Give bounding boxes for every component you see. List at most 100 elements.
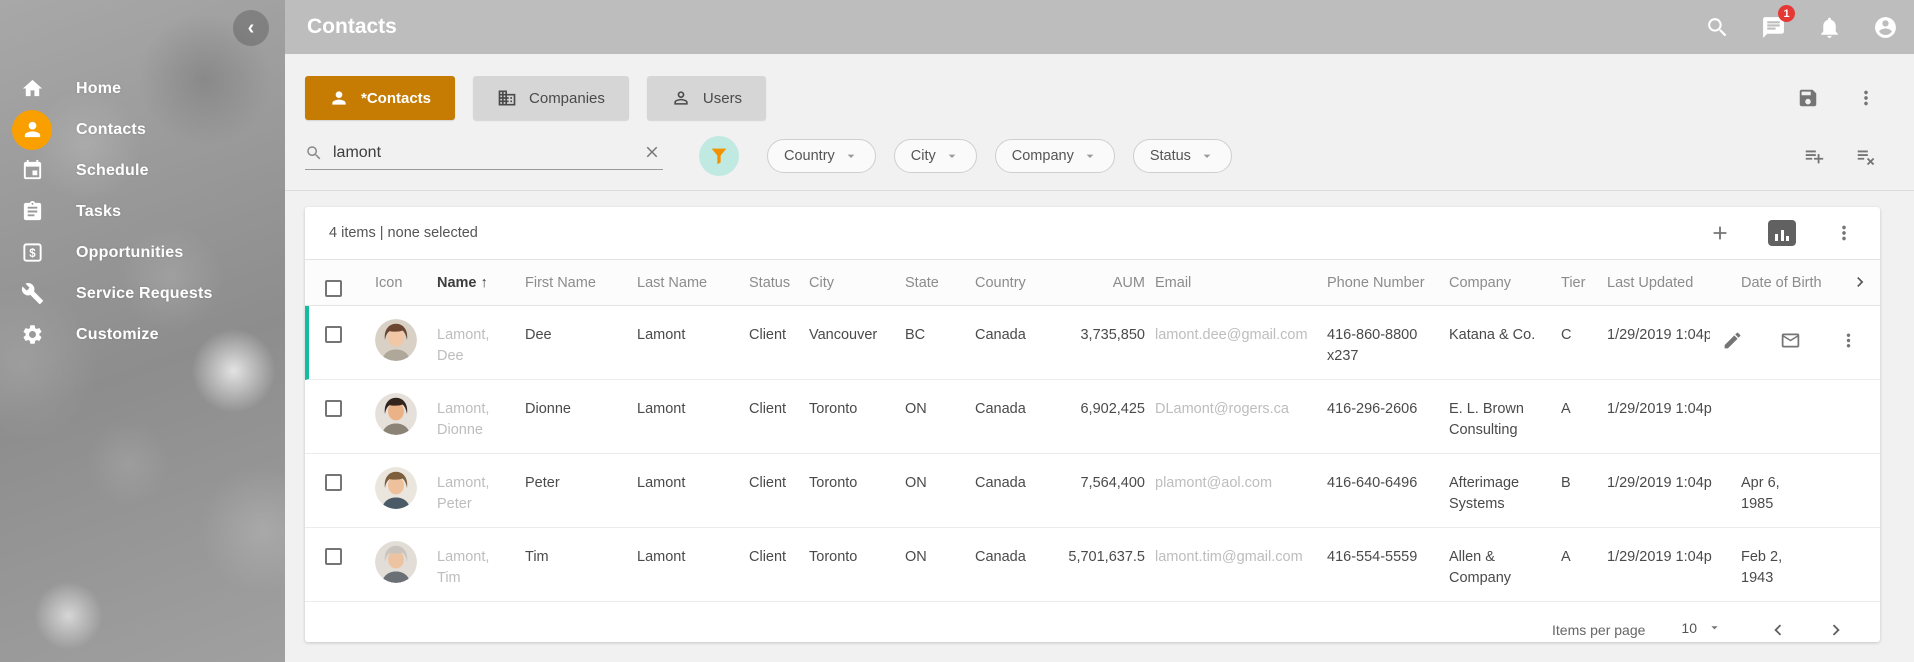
- sidebar-item-home[interactable]: Home: [0, 68, 285, 109]
- tab-label: *Contacts: [361, 90, 431, 107]
- sidebar-item-label: Tasks: [76, 203, 121, 221]
- sidebar: ‹ HomeContactsSchedule Tasks $Opportunitie…: [0, 0, 285, 662]
- playlist-add-icon[interactable]: [1800, 142, 1828, 170]
- next-page-icon[interactable]: [1822, 616, 1850, 644]
- cell-email: DLamont@rogers.ca: [1155, 380, 1327, 432]
- select-all-checkbox[interactable]: [325, 280, 342, 297]
- table-row[interactable]: Lamont, PeterPeterLamontClientTorontoONC…: [305, 454, 1880, 528]
- filter-funnel-button[interactable]: [699, 136, 739, 176]
- add-contact-icon[interactable]: [1706, 219, 1734, 247]
- cell-last-name: Lamont: [637, 454, 749, 506]
- sidebar-nav: HomeContactsSchedule Tasks $OpportunitiesS…: [0, 68, 285, 355]
- caret-down-icon: [1707, 620, 1722, 635]
- sidebar-item-opportunities[interactable]: $Opportunities: [0, 232, 285, 273]
- column-header-country[interactable]: Country: [975, 260, 1067, 305]
- row-kebab-icon[interactable]: [1834, 326, 1862, 354]
- column-header-name[interactable]: Name ↑: [437, 260, 525, 305]
- notifications-bell-icon[interactable]: [1814, 12, 1844, 42]
- cell-trailing: [1824, 380, 1870, 411]
- tab-users[interactable]: Users: [647, 76, 766, 120]
- row-select-cell: [325, 380, 375, 422]
- column-header-company[interactable]: Company: [1449, 260, 1561, 305]
- results-toolbar-actions: [1706, 219, 1858, 247]
- filter-chip-city[interactable]: City: [894, 139, 977, 173]
- table-row[interactable]: Lamont, DeeDeeLamontClientVancouverBCCan…: [305, 306, 1880, 380]
- column-header-last-name[interactable]: Last Name: [637, 260, 749, 305]
- cell-phone: 416-860-8800 x237: [1327, 306, 1449, 379]
- cell-aum: 7,564,400: [1067, 454, 1155, 506]
- sidebar-item-tasks[interactable]: Tasks: [0, 191, 285, 232]
- playlist-remove-icon[interactable]: [1852, 142, 1880, 170]
- column-header-status[interactable]: Status: [749, 260, 809, 305]
- email-envelope-icon[interactable]: [1776, 326, 1804, 354]
- search-input[interactable]: [333, 144, 643, 162]
- column-header-state[interactable]: State: [905, 260, 975, 305]
- search-input-icon: [305, 144, 323, 162]
- tab-companies[interactable]: Companies: [473, 76, 629, 120]
- page-size-select[interactable]: 10: [1673, 618, 1724, 643]
- user-outline-icon: [671, 88, 691, 108]
- row-icon-cell: [375, 306, 437, 361]
- tab-label: Users: [703, 90, 742, 107]
- cell-aum: 3,735,850: [1067, 306, 1155, 358]
- column-header-city[interactable]: City: [809, 260, 905, 305]
- column-header-phone-number[interactable]: Phone Number: [1327, 260, 1449, 305]
- row-checkbox[interactable]: [325, 474, 342, 491]
- chevron-left-icon: ‹: [248, 17, 255, 40]
- tab-label: Companies: [529, 90, 605, 107]
- cell-last-name: Lamont: [637, 380, 749, 432]
- column-header-aum[interactable]: AUM: [1067, 260, 1155, 305]
- table-row[interactable]: Lamont, TimTimLamontClientTorontoONCanad…: [305, 528, 1880, 602]
- filter-chip-status[interactable]: Status: [1133, 139, 1232, 173]
- column-header-icon[interactable]: Icon: [375, 260, 437, 305]
- results-toolbar: 4 items | none selected: [305, 207, 1880, 259]
- edit-pencil-icon[interactable]: [1718, 326, 1746, 354]
- tab-contacts[interactable]: *Contacts: [305, 76, 455, 120]
- sidebar-item-schedule[interactable]: Schedule: [0, 150, 285, 191]
- avatar: [375, 319, 417, 361]
- account-circle-icon[interactable]: [1870, 12, 1900, 42]
- results-kebab-icon[interactable]: [1830, 219, 1858, 247]
- chip-label: Country: [784, 148, 835, 164]
- save-view-icon[interactable]: [1794, 84, 1822, 112]
- cell-tier: B: [1561, 454, 1607, 506]
- row-checkbox[interactable]: [325, 326, 342, 343]
- more-options-kebab-icon[interactable]: [1852, 84, 1880, 112]
- cell-country: Canada: [975, 380, 1067, 432]
- sidebar-item-service-requests[interactable]: Service Requests: [0, 273, 285, 314]
- table-body: Lamont, DeeDeeLamontClientVancouverBCCan…: [305, 306, 1880, 602]
- previous-page-icon[interactable]: [1764, 616, 1792, 644]
- home-icon: [12, 69, 52, 109]
- cell-state: ON: [905, 454, 975, 506]
- results-card: 4 items | none selected IconName ↑First …: [305, 207, 1880, 642]
- sidebar-collapse-button[interactable]: ‹: [233, 10, 269, 46]
- cell-status: Client: [749, 454, 809, 506]
- filter-chip-country[interactable]: Country: [767, 139, 876, 173]
- cell-city: Vancouver: [809, 306, 905, 358]
- column-header-date-of-birth[interactable]: Date of Birth: [1741, 260, 1824, 305]
- cell-last-updated: 1/29/2019 1:04p: [1607, 380, 1741, 432]
- search-icon[interactable]: [1702, 12, 1732, 42]
- row-checkbox[interactable]: [325, 548, 342, 565]
- column-header-email[interactable]: Email: [1155, 260, 1327, 305]
- column-header-tier[interactable]: Tier: [1561, 260, 1607, 305]
- person-icon: [329, 88, 349, 108]
- column-header-first-name[interactable]: First Name: [525, 260, 637, 305]
- chart-view-toggle-icon[interactable]: [1768, 220, 1796, 246]
- filter-chip-company[interactable]: Company: [995, 139, 1115, 173]
- row-select-cell: [325, 528, 375, 570]
- cell-tier: A: [1561, 380, 1607, 432]
- row-checkbox[interactable]: [325, 400, 342, 417]
- sidebar-item-customize[interactable]: Customize: [0, 314, 285, 355]
- table-row[interactable]: Lamont, DionneDionneLamontClientTorontoO…: [305, 380, 1880, 454]
- cell-trailing: [1824, 528, 1870, 559]
- row-icon-cell: [375, 454, 437, 509]
- cell-tier: A: [1561, 528, 1607, 580]
- cell-date-of-birth: [1741, 380, 1824, 411]
- page-title: Contacts: [307, 15, 397, 39]
- column-header-last-updated[interactable]: Last Updated: [1607, 260, 1741, 305]
- messages-icon[interactable]: 1: [1758, 12, 1788, 42]
- clear-search-icon[interactable]: [643, 143, 663, 163]
- scroll-columns-right-button[interactable]: [1824, 260, 1870, 292]
- sidebar-item-contacts[interactable]: Contacts: [0, 109, 285, 150]
